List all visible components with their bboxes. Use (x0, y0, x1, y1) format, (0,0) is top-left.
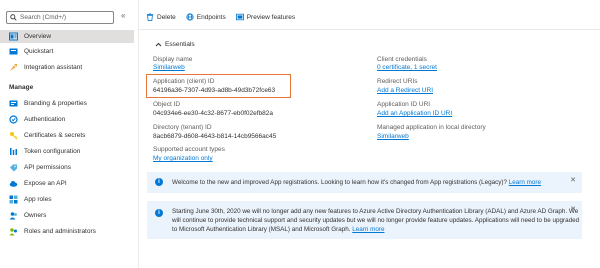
close-icon[interactable]: ✕ (570, 205, 576, 213)
search-box[interactable] (6, 11, 114, 24)
app-roles-icon (9, 195, 18, 204)
branding-icon (9, 99, 18, 108)
essentials-title: Essentials (165, 41, 195, 48)
sidebar-item-label: Roles and administrators (24, 228, 96, 235)
sidebar-item-label: Branding & properties (24, 100, 87, 107)
sidebar-item-label: Authentication (24, 116, 66, 123)
banner-line: will continue to provide technical suppo… (172, 217, 580, 224)
client-credentials-link[interactable]: 0 certificate, 1 secret (377, 64, 437, 71)
banner-line-last: to Microsoft Authentication Library (MSA… (172, 225, 579, 234)
authentication-icon (9, 115, 18, 124)
endpoints-button[interactable]: Endpoints (186, 13, 226, 21)
sidebar-item-label: Owners (24, 212, 47, 219)
collapse-sidebar-icon[interactable]: « (121, 11, 125, 20)
sidebar-item-certificates[interactable]: Certificates & secrets (0, 129, 134, 142)
sidebar-item-label: Overview (24, 33, 52, 40)
overview-icon (9, 32, 18, 41)
rocket-icon (9, 63, 18, 72)
trash-icon (146, 13, 154, 21)
sidebar-item-roles-administrators[interactable]: Roles and administrators (0, 225, 134, 238)
object-id-label: Object ID (153, 101, 181, 108)
sidebar-item-token-configuration[interactable]: Token configuration (0, 145, 134, 158)
learn-more-link[interactable]: Learn more (509, 179, 541, 186)
managed-app-link[interactable]: Similarweb (377, 133, 409, 140)
sidebar-item-branding[interactable]: Branding & properties (0, 97, 134, 110)
managed-app-label: Managed application in local directory (377, 124, 486, 131)
banner-line: Starting June 30th, 2020 we will no long… (172, 208, 579, 215)
key-icon (9, 131, 18, 140)
display-name-link[interactable]: Similarweb (153, 64, 185, 71)
owners-icon (9, 211, 18, 220)
preview-features-button[interactable]: Preview features (235, 13, 296, 21)
sidebar-item-overview[interactable]: Overview (0, 30, 134, 43)
sidebar-item-label: Token configuration (24, 148, 81, 155)
essentials-toggle[interactable]: Essentials (155, 41, 195, 48)
banner-line: to Microsoft Authentication Library (MSA… (172, 226, 351, 233)
command-bar: Delete Endpoints Preview features (146, 11, 295, 23)
banner-message: Welcome to the new and improved App regi… (172, 179, 508, 186)
roles-icon (9, 227, 18, 236)
sidebar-item-api-permissions[interactable]: API permissions (0, 161, 134, 174)
sidebar-item-app-roles[interactable]: App roles (0, 193, 134, 206)
preview-features-label: Preview features (246, 13, 296, 21)
redirect-uris-link[interactable]: Add a Redirect URI (377, 87, 433, 94)
client-id-value: 64196a36-7307-4d93-ad8b-49d3b72fce63 (153, 87, 276, 94)
sidebar-item-integration-assistant[interactable]: Integration assistant (0, 61, 134, 74)
search-icon (10, 14, 17, 21)
sidebar-item-label: Expose an API (24, 180, 67, 187)
globe-icon (186, 13, 194, 21)
sidebar-item-label: Certificates & secrets (24, 132, 86, 139)
sidebar-item-quickstart[interactable]: Quickstart (0, 45, 134, 58)
client-credentials-label: Client credentials (377, 56, 427, 63)
token-icon (9, 147, 18, 156)
redirect-uris-label: Redirect URIs (377, 78, 418, 85)
section-manage: Manage (9, 84, 34, 91)
sidebar: « Overview Quickstart Integration assist… (0, 0, 134, 268)
sidebar-item-expose-api[interactable]: Expose an API (0, 177, 134, 190)
display-name-label: Display name (153, 56, 193, 63)
learn-more-link[interactable]: Learn more (352, 226, 384, 233)
quickstart-icon (9, 47, 18, 56)
info-icon: i (155, 209, 163, 217)
preview-icon (235, 13, 244, 21)
chevron-up-icon (155, 42, 162, 47)
close-icon[interactable]: ✕ (570, 176, 576, 184)
search-input[interactable] (20, 14, 110, 21)
banner-text: Welcome to the new and improved App regi… (172, 178, 541, 187)
info-banner-welcome: i Welcome to the new and improved App re… (147, 172, 582, 193)
info-icon: i (155, 178, 163, 186)
sidebar-item-label: API permissions (24, 164, 71, 171)
tenant-id-label: Directory (tenant) ID (153, 124, 212, 131)
delete-button[interactable]: Delete (146, 13, 176, 21)
banner-text: Starting June 30th, 2020 we will no long… (172, 207, 579, 234)
toolbar-divider (138, 29, 600, 30)
app-id-uri-label: Application ID URI (377, 101, 431, 108)
object-id-value: 04c934e6-ee30-4c32-8677-eb0f02efb82a (153, 110, 273, 117)
app-id-uri-link[interactable]: Add an Application ID URI (377, 110, 452, 117)
sidebar-item-label: Quickstart (24, 48, 54, 55)
client-id-label: Application (client) ID (153, 78, 215, 85)
api-permissions-icon (9, 163, 18, 172)
delete-label: Delete (157, 13, 176, 21)
account-types-link[interactable]: My organization only (153, 155, 213, 162)
sidebar-item-authentication[interactable]: Authentication (0, 113, 134, 126)
sidebar-item-label: App roles (24, 196, 52, 203)
sidebar-item-label: Integration assistant (24, 64, 83, 71)
cloud-icon (9, 179, 18, 188)
account-types-label: Supported account types (153, 146, 225, 153)
tenant-id-value: 8acb6879-d608-4643-b814-14cb9566ac45 (153, 133, 277, 140)
sidebar-item-owners[interactable]: Owners (0, 209, 134, 222)
info-banner-adal: i Starting June 30th, 2020 we will no lo… (147, 201, 582, 239)
sidebar-divider (138, 0, 139, 268)
endpoints-label: Endpoints (196, 13, 226, 21)
